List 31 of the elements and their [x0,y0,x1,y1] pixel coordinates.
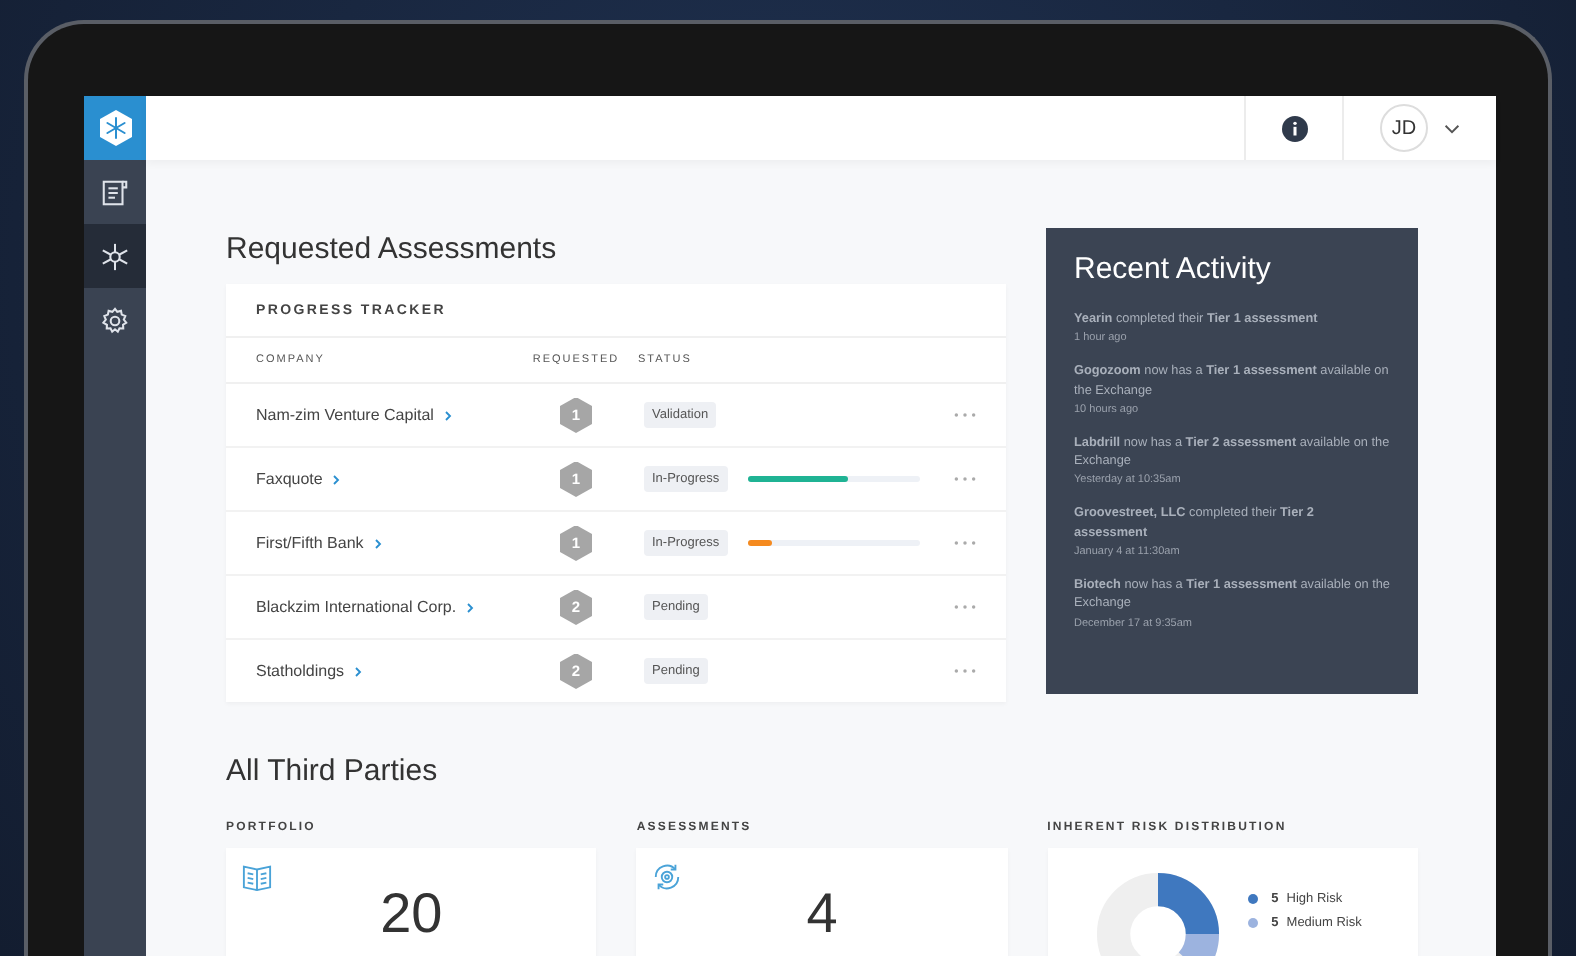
more-options-icon[interactable] [954,540,976,546]
chevron-right-icon[interactable] [354,665,363,677]
chevron-down-icon[interactable] [1444,123,1460,133]
chevron-right-icon[interactable] [443,409,452,421]
hexagon-logo-icon [95,108,135,148]
network-hub-icon [100,241,130,271]
logo-tile[interactable] [84,96,146,160]
company-link[interactable]: Faxquote [256,470,323,488]
company-link[interactable]: Statholdings [256,662,345,680]
more-options-icon[interactable] [954,476,976,482]
user-avatar[interactable]: JD [1380,104,1428,152]
panel-title: Recent Activity [1074,252,1273,286]
section-title: Requested Assessments [226,232,559,266]
company-link[interactable]: Nam-zim Venture Capital [256,406,434,424]
more-options-icon[interactable] [954,668,976,674]
company-link[interactable]: First/Fifth Bank [256,534,364,552]
settings-icon [100,305,130,335]
open-book-icon [242,862,272,892]
assessments-count: 4 [806,882,838,948]
more-options-icon[interactable] [954,412,976,418]
info-icon[interactable] [1281,115,1307,141]
document-icon [100,177,130,207]
portfolio-count: 20 [380,882,443,948]
gear-cycle-icon [652,862,683,892]
more-options-icon[interactable] [954,604,976,610]
chevron-right-icon[interactable] [466,601,475,613]
chevron-right-icon[interactable] [373,537,382,549]
company-link[interactable]: Blackzim International Corp. [256,598,457,616]
section-title: All Third Parties [226,754,440,788]
sidebar-item[interactable] [84,224,146,288]
chevron-right-icon[interactable] [332,473,341,485]
